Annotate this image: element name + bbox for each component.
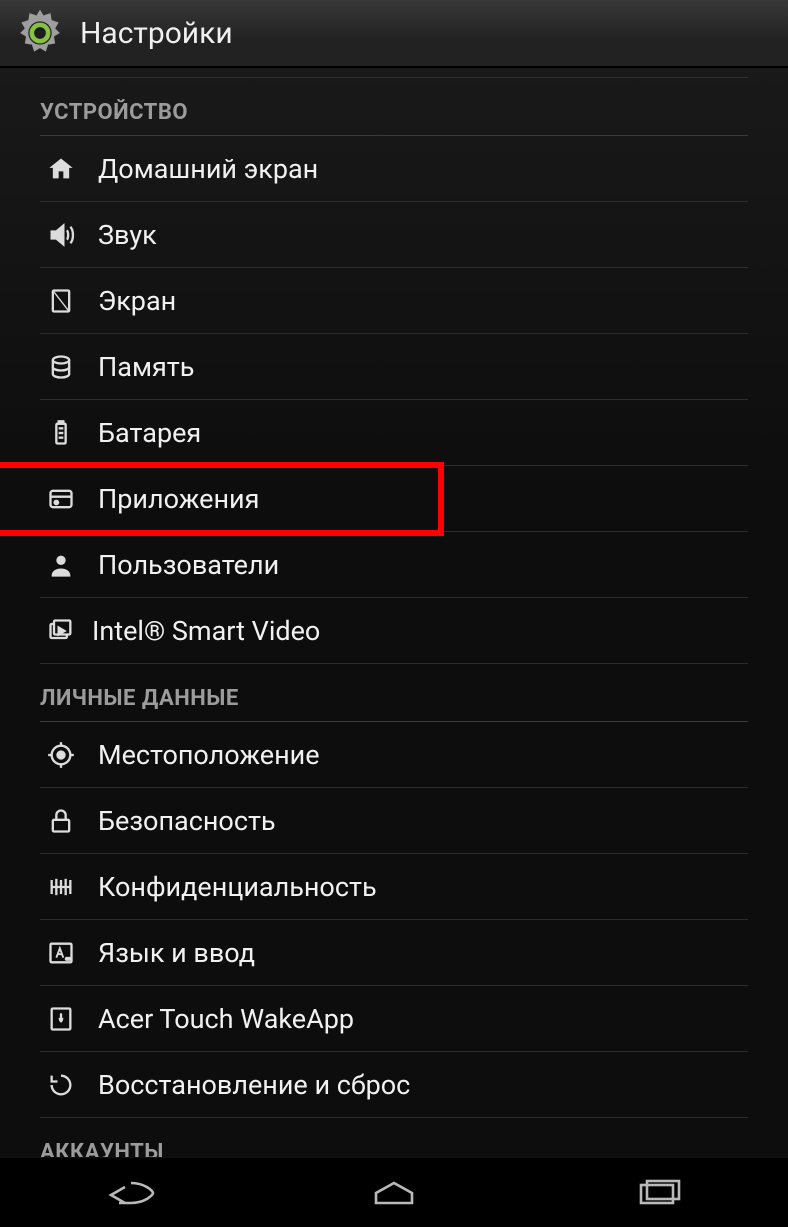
- item-language[interactable]: Язык и ввод: [0, 920, 788, 986]
- item-label: Местоположение: [98, 739, 320, 771]
- item-label: Восстановление и сброс: [98, 1069, 410, 1101]
- settings-gear-icon: [12, 5, 68, 61]
- section-header-personal: ЛИЧНЫЕ ДАННЫЕ: [0, 664, 788, 717]
- home-icon: [44, 152, 78, 186]
- section-header-accounts: АККАУНТЫ: [0, 1118, 788, 1157]
- storage-icon: [44, 350, 78, 384]
- item-storage[interactable]: Память: [0, 334, 788, 400]
- touch-icon: [44, 1002, 78, 1036]
- section-header-device: УСТРОЙСТВО: [0, 78, 788, 131]
- item-label: Язык и ввод: [98, 937, 255, 969]
- nav-back-button[interactable]: [71, 1170, 191, 1216]
- language-icon: [44, 936, 78, 970]
- item-users[interactable]: Пользователи: [0, 532, 788, 598]
- video-icon: [44, 614, 78, 648]
- battery-icon: [44, 416, 78, 450]
- item-label: Пользователи: [98, 549, 279, 581]
- item-label: Батарея: [98, 417, 201, 449]
- item-label: Конфиденциальность: [98, 871, 377, 903]
- item-apps[interactable]: Приложения: [0, 466, 788, 532]
- item-display[interactable]: Экран: [0, 268, 788, 334]
- sound-icon: [44, 218, 78, 252]
- item-label: Acer Touch WakeApp: [98, 1003, 354, 1035]
- item-privacy[interactable]: Конфиденциальность: [0, 854, 788, 920]
- item-home-screen[interactable]: Домашний экран: [0, 136, 788, 202]
- item-battery[interactable]: Батарея: [0, 400, 788, 466]
- apps-icon: [44, 482, 78, 516]
- page-title: Настройки: [80, 16, 776, 51]
- item-sound[interactable]: Звук: [0, 202, 788, 268]
- item-label: Приложения: [98, 483, 259, 515]
- item-intel-video[interactable]: Intel® Smart Video: [0, 598, 788, 664]
- reset-icon: [44, 1068, 78, 1102]
- action-bar: Настройки: [0, 0, 788, 68]
- users-icon: [44, 548, 78, 582]
- display-icon: [44, 284, 78, 318]
- item-label: Безопасность: [98, 805, 276, 837]
- navigation-bar: [0, 1157, 788, 1227]
- nav-recent-button[interactable]: [597, 1170, 717, 1216]
- item-label: Память: [98, 351, 194, 383]
- privacy-icon: [44, 870, 78, 904]
- item-location[interactable]: Местоположение: [0, 722, 788, 788]
- item-reset[interactable]: Восстановление и сброс: [0, 1052, 788, 1118]
- lock-icon: [44, 804, 78, 838]
- item-label: Экран: [98, 285, 176, 317]
- item-wakeapp[interactable]: Acer Touch WakeApp: [0, 986, 788, 1052]
- item-label: Intel® Smart Video: [92, 615, 320, 647]
- item-label: Звук: [98, 219, 157, 251]
- item-security[interactable]: Безопасность: [0, 788, 788, 854]
- location-icon: [44, 738, 78, 772]
- partial-item-above: [40, 68, 748, 78]
- item-label: Домашний экран: [98, 153, 318, 185]
- nav-home-button[interactable]: [334, 1170, 454, 1216]
